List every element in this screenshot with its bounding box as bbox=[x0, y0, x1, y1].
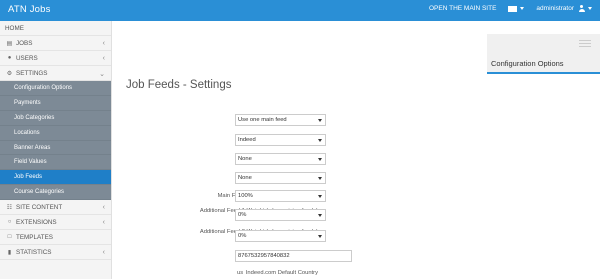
sidebar-subitem-label: Course Categories bbox=[14, 189, 65, 196]
main-content: Configuration Options Job Feeds - Settin… bbox=[112, 21, 600, 279]
sidebar-subitem-banner-areas[interactable]: Banner Areas bbox=[0, 140, 111, 156]
chevron-left-icon: ‹ bbox=[102, 249, 105, 257]
select-value: Indeed bbox=[238, 137, 256, 143]
chevron-down-icon: ⌄ bbox=[99, 71, 105, 78]
sidebar-subitem-label: Configuration Options bbox=[14, 84, 73, 91]
sidebar-item-statistics[interactable]: ▮ STATISTICS ‹ bbox=[0, 245, 111, 261]
select-value: Use one main feed bbox=[238, 117, 287, 123]
sidebar-subitem-job-feeds[interactable]: Job Feeds bbox=[0, 170, 111, 186]
top-navbar: ATN Jobs OPEN THE MAIN SITE administrato… bbox=[0, 0, 600, 21]
caret-down-icon bbox=[588, 7, 592, 10]
template-icon: □ bbox=[7, 234, 12, 241]
select-value: None bbox=[238, 156, 252, 162]
circle-icon: ○ bbox=[7, 219, 12, 226]
sidebar-item-home[interactable]: HOME bbox=[0, 21, 111, 36]
panel-title: Configuration Options bbox=[491, 59, 564, 68]
sidebar-item-label: JOBS bbox=[16, 39, 33, 47]
chevron-left-icon: ‹ bbox=[102, 204, 105, 212]
chevron-left-icon: ‹ bbox=[102, 55, 105, 62]
dropdown-arrow-icon bbox=[318, 118, 322, 122]
sidebar-subitem-locations[interactable]: Locations bbox=[0, 125, 111, 141]
dropdown-arrow-icon bbox=[318, 194, 322, 198]
dropdown-arrow-icon bbox=[318, 234, 322, 238]
sidebar-item-label: SETTINGS bbox=[16, 69, 48, 77]
dropdown-arrow-icon bbox=[318, 157, 322, 161]
sidebar-subitem-job-categories[interactable]: Job Categories bbox=[0, 110, 111, 126]
open-main-site-label: OPEN THE MAIN SITE bbox=[429, 5, 497, 12]
caret-down-icon bbox=[520, 7, 525, 10]
sidebar-subitem-label: Field Values bbox=[14, 159, 47, 166]
select-value: 0% bbox=[238, 212, 247, 218]
list-icon: ▤ bbox=[6, 40, 13, 47]
sidebar-item-label: TEMPLATES bbox=[16, 233, 53, 241]
sidebar-subitem-label: Locations bbox=[14, 129, 40, 136]
chevron-left-icon: ‹ bbox=[102, 219, 105, 227]
sidebar-item-label: EXTENSIONS bbox=[16, 218, 57, 226]
main-feed-select[interactable]: Indeed bbox=[235, 134, 326, 146]
sidebar-subitem-course-categories[interactable]: Course Categories bbox=[0, 185, 111, 201]
brand-title[interactable]: ATN Jobs bbox=[8, 4, 51, 15]
sidebar-subitem-field-values[interactable]: Field Values bbox=[0, 155, 111, 171]
publisher-id-input[interactable]: 8767532957840832 bbox=[235, 250, 352, 262]
sidebar-item-label: SITE CONTENT bbox=[16, 203, 63, 211]
additional-feed-1-select[interactable]: None bbox=[235, 153, 326, 165]
feeds-usage-select[interactable]: Use one main feed bbox=[235, 114, 326, 126]
open-main-site-link[interactable]: OPEN THE MAIN SITE bbox=[429, 5, 496, 12]
sidebar-item-templates[interactable]: □ TEMPLATES bbox=[0, 230, 111, 246]
feed-1-weight-select[interactable]: 0% bbox=[235, 209, 326, 221]
sidebar-subitem-label: Job Feeds bbox=[14, 174, 43, 181]
sidebar-subitem-label: Job Categories bbox=[14, 114, 55, 121]
sidebar-item-users[interactable]: ● USERS ‹ bbox=[0, 51, 111, 66]
sidebar: HOME ▤ JOBS ‹ ● USERS ‹ ⚙ SETTINGS ⌄ Con… bbox=[0, 21, 112, 279]
user-icon bbox=[578, 5, 585, 12]
sitemap-icon: ☷ bbox=[6, 204, 13, 211]
field-label: Indeed.com Default Country bbox=[245, 270, 318, 276]
sidebar-item-label: HOME bbox=[5, 24, 24, 32]
default-country-value[interactable]: us bbox=[237, 270, 243, 276]
sidebar-item-jobs[interactable]: ▤ JOBS ‹ bbox=[0, 36, 111, 51]
sidebar-subitem-label: Banner Areas bbox=[14, 144, 51, 151]
chevron-left-icon: ‹ bbox=[102, 40, 105, 47]
sidebar-subitem-configuration-options[interactable]: Configuration Options bbox=[0, 81, 111, 96]
menu-icon bbox=[579, 40, 591, 49]
user-name: administrator bbox=[536, 5, 574, 12]
sidebar-item-settings[interactable]: ⚙ SETTINGS ⌄ bbox=[0, 66, 111, 81]
sidebar-subitem-label: Payments bbox=[14, 99, 41, 106]
select-value: 100% bbox=[238, 193, 253, 199]
gears-icon: ⚙ bbox=[6, 70, 13, 77]
sidebar-item-site-content[interactable]: ☷ SITE CONTENT ‹ bbox=[0, 200, 111, 216]
messages-dropdown[interactable] bbox=[508, 5, 525, 12]
sidebar-item-label: USERS bbox=[16, 54, 38, 62]
sidebar-subitem-payments[interactable]: Payments bbox=[0, 95, 111, 111]
sidebar-item-label: STATISTICS bbox=[16, 248, 52, 256]
dropdown-arrow-icon bbox=[318, 138, 322, 142]
main-feed-weight-select[interactable]: 100% bbox=[235, 190, 326, 202]
chart-icon: ▮ bbox=[7, 249, 12, 256]
select-value: 0% bbox=[238, 233, 247, 239]
sidebar-item-extensions[interactable]: ○ EXTENSIONS ‹ bbox=[0, 215, 111, 231]
configuration-options-panel[interactable]: Configuration Options bbox=[487, 34, 600, 74]
dropdown-arrow-icon bbox=[318, 213, 322, 217]
envelope-icon bbox=[508, 5, 518, 12]
dropdown-arrow-icon bbox=[318, 176, 322, 180]
select-value: None bbox=[238, 175, 252, 181]
user-icon: ● bbox=[7, 55, 12, 61]
user-menu-dropdown[interactable]: administrator bbox=[536, 5, 592, 12]
page-title: Job Feeds - Settings bbox=[126, 79, 232, 91]
feed-2-weight-select[interactable]: 0% bbox=[235, 230, 326, 242]
top-nav: OPEN THE MAIN SITE administrator bbox=[417, 5, 592, 12]
additional-feed-2-select[interactable]: None bbox=[235, 172, 326, 184]
